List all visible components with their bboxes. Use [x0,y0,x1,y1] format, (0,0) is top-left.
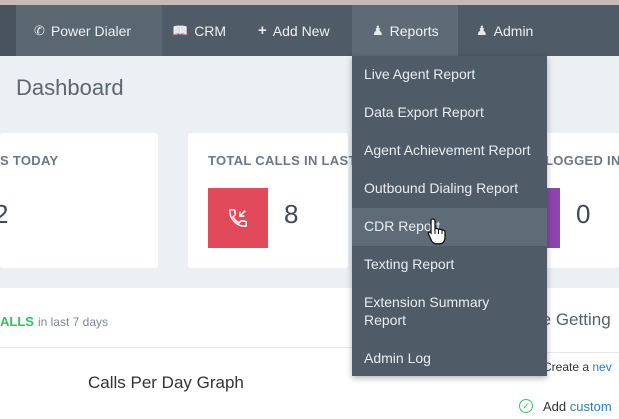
calls-title-text: ALLS [0,314,34,329]
page-title: Dashboard [16,75,124,100]
user-icon: ♟ [476,22,488,38]
nav-admin[interactable]: ♟ Admin [458,5,558,56]
item-link[interactable]: custom [570,399,612,414]
menu-item-texting-report[interactable]: Texting Report [352,255,547,273]
incoming-call-icon-svg [229,209,247,227]
stat-card-label: TOTAL CALLS IN LAST [208,153,357,168]
calls-panel-title: ALLS in last 7 days [0,314,108,329]
getting-started-item: Add custom [543,399,612,414]
item-link[interactable]: nev [592,360,611,374]
stat-card-label: LOGGED IN [545,153,619,168]
agent-icon [547,188,560,248]
nav-add-new-label: Add New [272,22,330,39]
getting-started-item: Create a nev [543,360,612,374]
stat-card-today: S TODAY 2 [0,133,158,268]
nav-admin-label: Admin [493,22,534,39]
item-prefix: Add [543,399,567,414]
stat-card-value: 2 [0,199,9,229]
stat-card-label: S TODAY [0,153,59,168]
menu-item-admin-log[interactable]: Admin Log [352,349,547,367]
navbar-edge [0,5,16,56]
reports-dropdown-menu: Live Agent Report Data Export Report Age… [352,56,547,376]
stat-card-value: 0 [576,199,591,229]
phone-icon: ✆ [34,22,45,38]
menu-item-outbound-dialing-report[interactable]: Outbound Dialing Report [352,179,547,197]
nav-add-new[interactable]: + Add New [244,5,349,56]
getting-started-title: re Getting [536,310,611,329]
nav-crm-label: CRM [194,22,227,39]
nav-crm[interactable]: 📖 CRM [162,5,242,56]
check-circle-icon: ✓ [519,399,533,413]
nav-power-dialer[interactable]: ✆ Power Dialer [16,5,162,56]
menu-item-data-export-report[interactable]: Data Export Report [352,103,547,121]
menu-item-agent-achievement-report[interactable]: Agent Achievement Report [352,141,547,159]
nav-reports[interactable]: ♟ Reports [352,5,458,56]
nav-reports-label: Reports [389,22,439,39]
plus-icon: + [258,22,267,39]
menu-item-extension-summary-report[interactable]: Extension Summary Report [352,293,502,329]
incoming-call-icon [208,188,268,248]
hand-pointer-cursor-icon [427,218,446,245]
user-icon: ♟ [372,22,384,38]
book-icon: 📖 [172,22,189,38]
stat-card-total-calls: TOTAL CALLS IN LAST 8 [188,133,356,268]
nav-power-dialer-label: Power Dialer [50,22,132,39]
calls-subtitle: in last 7 days [37,315,108,329]
menu-item-live-agent-report[interactable]: Live Agent Report [352,65,547,83]
menu-item-cdr-report[interactable]: CDR Report [352,208,547,246]
stat-card-value: 8 [284,199,299,229]
graph-title: Calls Per Day Graph [88,373,244,392]
item-prefix: Create a [543,360,590,374]
